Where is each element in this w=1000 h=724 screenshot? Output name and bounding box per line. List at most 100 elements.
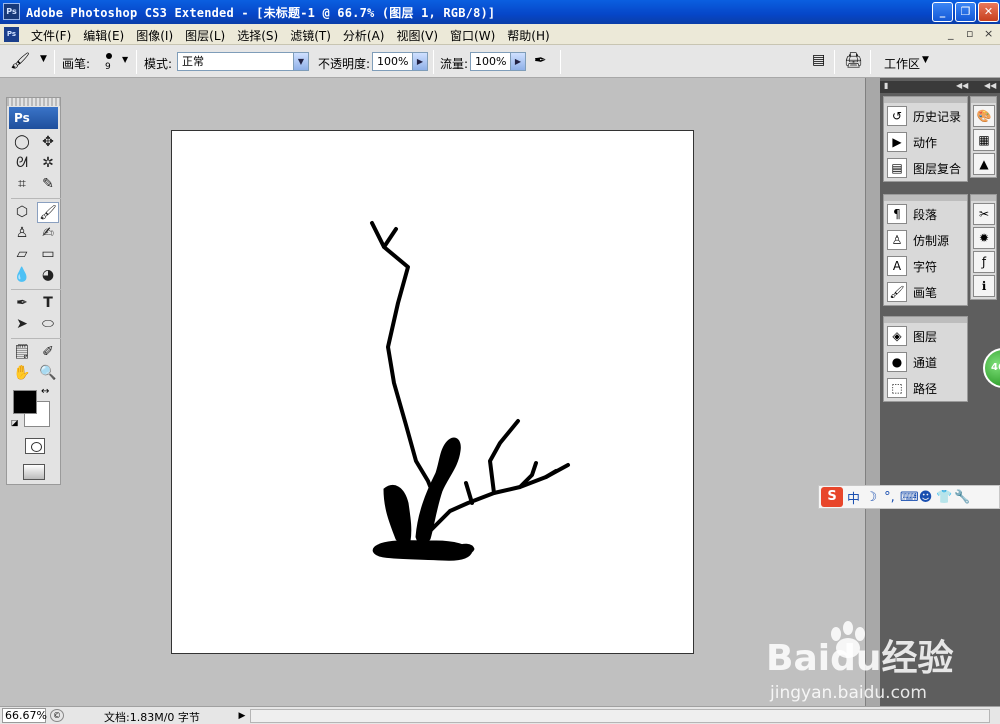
mode-select[interactable]: 正常 ▼: [177, 52, 309, 71]
crop-tool-icon[interactable]: ⌗: [11, 174, 33, 195]
info-icon[interactable]: ℹ: [973, 275, 995, 297]
grip-icon[interactable]: ▮: [884, 81, 888, 90]
workspace-menu[interactable]: 工作区: [884, 55, 920, 72]
collapse-left-icon[interactable]: ◀◀: [984, 81, 996, 90]
minimize-icon[interactable]: _: [932, 2, 953, 22]
screen-mode-icon[interactable]: [23, 464, 45, 480]
navigator-icon[interactable]: 🎨: [973, 105, 995, 127]
doc-minimize-icon[interactable]: _: [948, 27, 954, 40]
document-icon[interactable]: Ps: [4, 27, 19, 42]
panel-character[interactable]: A 字符: [884, 253, 967, 279]
histogram-icon[interactable]: ▲: [973, 153, 995, 175]
menu-item[interactable]: 帮助(H): [501, 27, 555, 44]
photoshop-app-icon[interactable]: Ps: [3, 3, 20, 20]
path-selection-tool-icon[interactable]: ➤: [11, 314, 33, 335]
panel-layers[interactable]: ◈ 图层: [884, 323, 967, 349]
clone-stamp-tool-icon[interactable]: ♙: [11, 223, 33, 244]
pen-tool-icon[interactable]: ✒: [11, 293, 33, 314]
chevron-down-icon[interactable]: ▼: [293, 53, 308, 70]
foreground-color-front[interactable]: [13, 390, 37, 414]
wrench-icon[interactable]: 🔧: [954, 490, 970, 505]
ellipse-tool-icon[interactable]: ⬭: [37, 314, 59, 335]
restore-icon[interactable]: ❐: [955, 2, 976, 22]
panel-grip[interactable]: [971, 195, 996, 201]
panel-history[interactable]: ↺ 历史记录: [884, 103, 967, 129]
flow-field[interactable]: 100% ▶: [470, 52, 526, 71]
panel-channels[interactable]: ● 通道: [884, 349, 967, 375]
close-icon[interactable]: ✕: [978, 2, 999, 22]
palette-well-icon[interactable]: ▤: [812, 52, 825, 68]
zoom-field[interactable]: 66.67%: [2, 708, 47, 723]
hand-tool-icon[interactable]: ✋: [11, 363, 33, 384]
quick-mask-icon[interactable]: [25, 438, 45, 454]
panel-layer-comps[interactable]: ▤ 图层复合: [884, 155, 967, 181]
history-brush-tool-icon[interactable]: ✍: [37, 223, 59, 244]
doc-close-icon[interactable]: ×: [984, 27, 993, 40]
eraser-tool-icon[interactable]: ▱: [11, 244, 33, 265]
panel-grip[interactable]: [971, 97, 996, 103]
swatches-icon[interactable]: ▦: [973, 129, 995, 151]
skin-icon[interactable]: 👕: [936, 490, 952, 505]
panel-label: 动作: [913, 135, 938, 150]
sogou-logo-icon[interactable]: S: [821, 487, 843, 507]
punctuation-icon[interactable]: °,: [882, 490, 897, 505]
menu-item[interactable]: 图层(L): [179, 27, 231, 44]
brush-tool-icon[interactable]: 🖌: [10, 51, 30, 70]
toolbox-grip[interactable]: [7, 98, 60, 106]
menu-item[interactable]: 编辑(E): [77, 27, 130, 44]
notes-tool-icon[interactable]: 🗒: [11, 342, 33, 363]
collapse-left-icon[interactable]: ◀◀: [956, 81, 968, 90]
menu-item[interactable]: 图像(I): [130, 27, 179, 44]
brush-preview-icon[interactable]: [104, 51, 114, 61]
moon-icon[interactable]: ☽: [864, 490, 879, 505]
ime-mode[interactable]: 中: [846, 488, 861, 507]
healing-brush-tool-icon[interactable]: ⬡: [11, 202, 33, 223]
airbrush-icon[interactable]: ✒: [534, 51, 547, 69]
menu-item[interactable]: 视图(V): [390, 27, 444, 44]
menu-item[interactable]: 文件(F): [25, 27, 77, 44]
panel-actions[interactable]: ▶ 动作: [884, 129, 967, 155]
brush-size: 9: [105, 62, 111, 72]
brush-picker-arrow-icon[interactable]: ▼: [122, 55, 128, 64]
magic-wand-tool-icon[interactable]: ✲: [37, 153, 59, 174]
type-tool-icon[interactable]: T: [37, 293, 59, 314]
ps-badge[interactable]: Ps: [9, 107, 58, 129]
document-canvas[interactable]: [171, 130, 694, 654]
chevron-down-icon[interactable]: ▼: [922, 55, 929, 65]
opacity-field[interactable]: 100% ▶: [372, 52, 428, 71]
status-menu-arrow-icon[interactable]: ▶: [236, 709, 248, 723]
bridge-icon[interactable]: 🖨: [844, 51, 863, 69]
tool-preset-arrow-icon[interactable]: ▼: [40, 54, 47, 64]
marquee-tool-icon[interactable]: ◯: [11, 132, 33, 153]
eyedropper-tool-icon[interactable]: ✐: [37, 342, 59, 363]
slice-tool-icon[interactable]: ✎: [37, 174, 59, 195]
chevron-right-icon[interactable]: ▶: [510, 53, 525, 70]
tool-presets-icon[interactable]: ✂: [973, 203, 995, 225]
doc-restore-icon[interactable]: ▫: [966, 27, 973, 40]
horizontal-scrollbar[interactable]: [250, 709, 990, 723]
status-info-icon[interactable]: ©: [50, 709, 64, 722]
brush-tool-icon[interactable]: 🖌: [37, 202, 59, 223]
dodge-tool-icon[interactable]: ◕: [37, 265, 59, 286]
blur-tool-icon[interactable]: 💧: [11, 265, 33, 286]
panel-clone-source[interactable]: ♙ 仿制源: [884, 227, 967, 253]
swap-colors-icon[interactable]: ↔: [41, 386, 49, 397]
panel-brushes[interactable]: 🖌 画笔: [884, 279, 967, 305]
menu-item[interactable]: 分析(A): [337, 27, 391, 44]
panel-paths[interactable]: ⬚ 路径: [884, 375, 967, 401]
user-icon[interactable]: ☻: [918, 490, 933, 505]
menu-item[interactable]: 滤镜(T): [284, 27, 337, 44]
menu-item[interactable]: 选择(S): [231, 27, 284, 44]
chevron-right-icon[interactable]: ▶: [412, 53, 427, 70]
styles-icon[interactable]: ƒ: [973, 251, 995, 273]
zoom-tool-icon[interactable]: 🔍: [37, 363, 59, 384]
move-tool-icon[interactable]: ✥: [37, 132, 59, 153]
keyboard-icon[interactable]: ⌨: [900, 490, 919, 505]
icon-column-top: 🎨 ▦ ▲: [970, 96, 997, 178]
default-colors-icon[interactable]: ◪: [11, 418, 21, 428]
color-icon[interactable]: ✹: [973, 227, 995, 249]
menu-item[interactable]: 窗口(W): [444, 27, 501, 44]
gradient-tool-icon[interactable]: ▭: [37, 244, 59, 265]
panel-paragraph[interactable]: ¶ 段落: [884, 201, 967, 227]
lasso-tool-icon[interactable]: ᘛ: [11, 153, 33, 174]
